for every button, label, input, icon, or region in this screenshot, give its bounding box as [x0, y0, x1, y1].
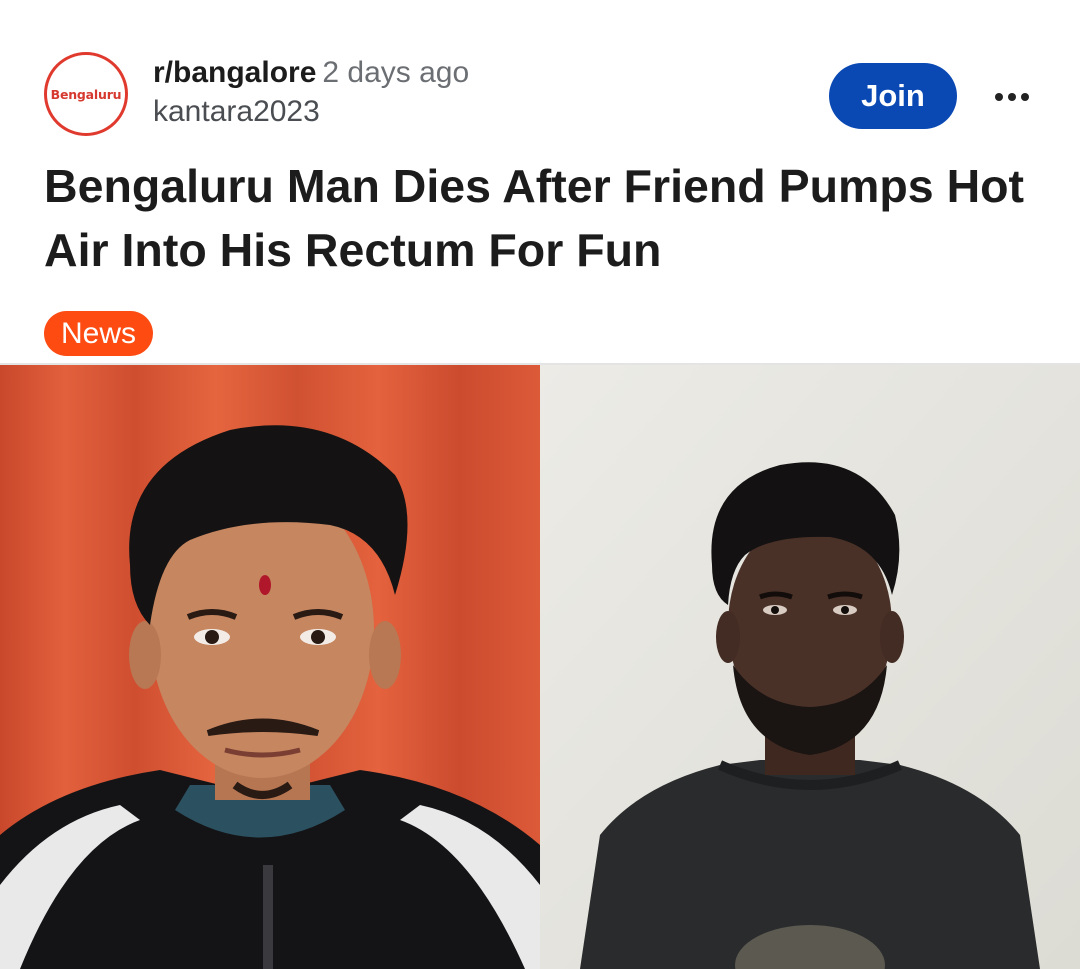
post-timestamp: 2 days ago [322, 56, 470, 89]
right-person-photo [540, 365, 1080, 969]
community-avatar[interactable]: Bengaluru [44, 52, 128, 136]
join-button[interactable]: Join [829, 63, 957, 129]
subreddit-name[interactable]: r/bangalore [153, 56, 316, 89]
subreddit-line: r/bangalore 2 days ago [153, 54, 469, 92]
post-author[interactable]: kantara2023 [153, 92, 469, 132]
post-header: Bengaluru r/bangalore 2 days ago kantara2… [0, 0, 1080, 150]
post-meta: r/bangalore 2 days ago kantara2023 [153, 54, 469, 132]
more-options-button[interactable] [988, 82, 1036, 112]
post-title[interactable]: Bengaluru Man Dies After Friend Pumps Ho… [44, 154, 1054, 282]
more-horizontal-icon [995, 93, 1029, 101]
post-flair[interactable]: News [44, 311, 154, 356]
left-person-photo [0, 365, 540, 969]
post-image[interactable] [0, 365, 1080, 969]
community-avatar-logo: Bengaluru [50, 86, 122, 102]
